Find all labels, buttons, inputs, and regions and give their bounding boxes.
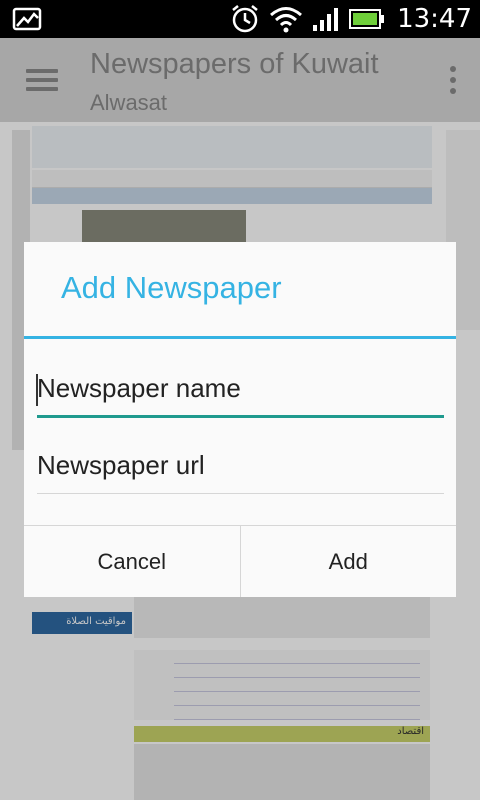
signal-icon [313, 8, 339, 31]
clock: 13:47 [397, 4, 472, 34]
newspaper-url-field-wrapper [37, 438, 444, 494]
dialog-button-bar: Cancel Add [24, 525, 456, 597]
wifi-icon [270, 7, 303, 33]
image-icon [12, 7, 42, 31]
newspaper-name-input[interactable] [37, 362, 444, 415]
battery-icon [349, 9, 385, 29]
newspaper-url-input[interactable] [37, 438, 444, 493]
text-cursor [36, 374, 38, 406]
cancel-button[interactable]: Cancel [24, 526, 240, 597]
add-newspaper-dialog: Add Newspaper Cancel Add [24, 242, 456, 597]
status-bar: 13:47 [0, 0, 480, 38]
newspaper-name-field-wrapper [37, 362, 444, 418]
dialog-title: Add Newspaper [61, 270, 282, 305]
alarm-icon [232, 5, 258, 33]
dialog-title-divider [24, 336, 456, 339]
add-button[interactable]: Add [239, 526, 457, 597]
